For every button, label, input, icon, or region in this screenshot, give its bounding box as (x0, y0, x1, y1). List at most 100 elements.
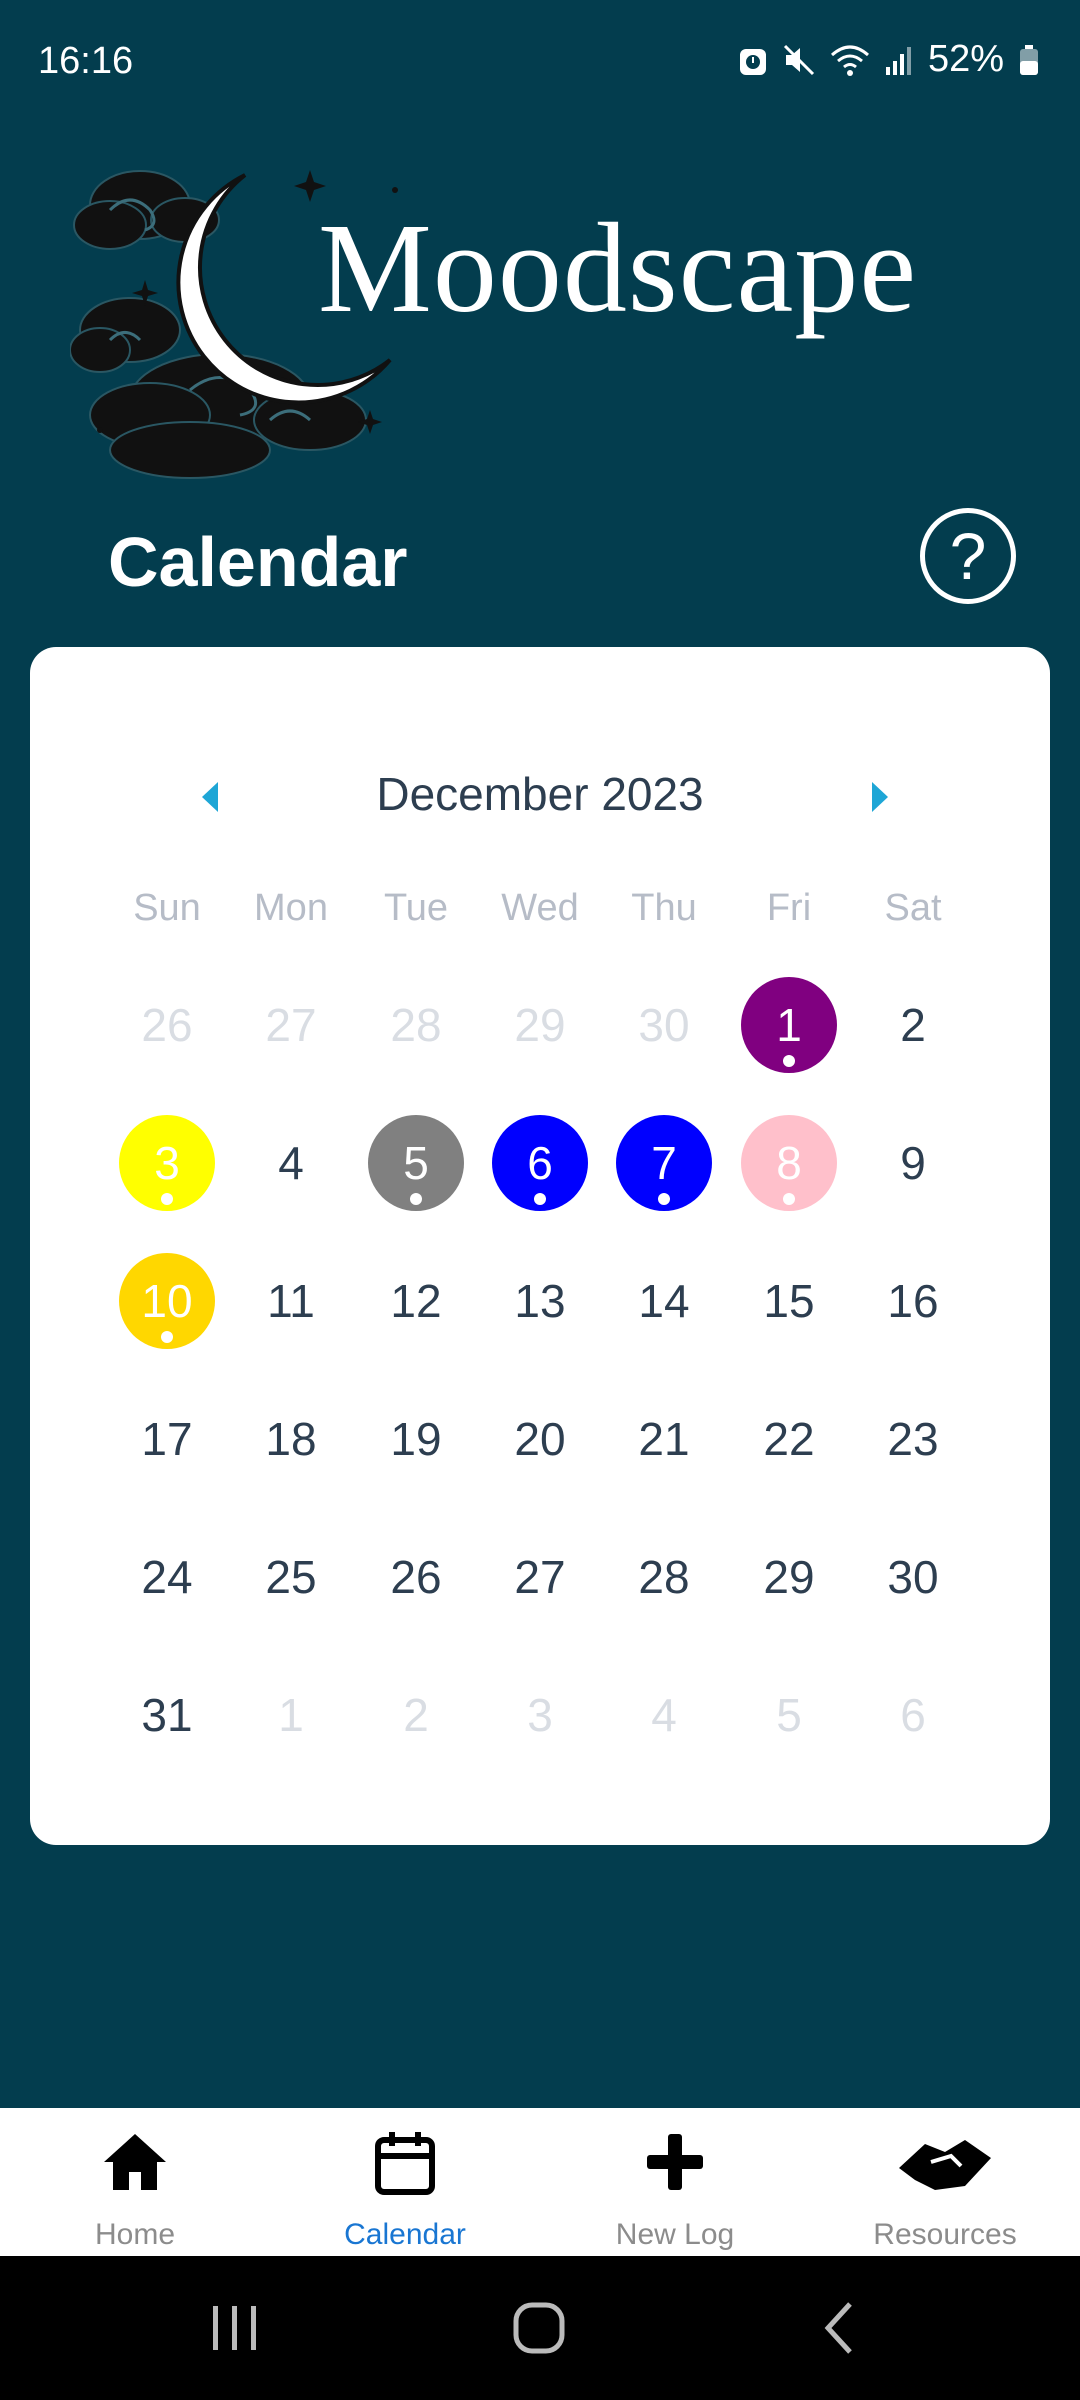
bottom-nav: Home Calendar New Log Resources (0, 2108, 1080, 2256)
day-number: 21 (638, 1413, 690, 1465)
day-cell[interactable]: 30 (616, 977, 712, 1073)
day-cell[interactable]: 17 (119, 1391, 215, 1487)
day-cell[interactable]: 29 (492, 977, 588, 1073)
nav-home[interactable]: Home (0, 2108, 270, 2256)
day-cell[interactable]: 2 (368, 1667, 464, 1763)
log-marker-dot (783, 1193, 795, 1205)
day-number: 23 (887, 1413, 939, 1465)
day-cell[interactable]: 11 (243, 1253, 339, 1349)
log-marker-dot (161, 1193, 173, 1205)
day-cell[interactable]: 28 (368, 977, 464, 1073)
day-cell[interactable]: 12 (368, 1253, 464, 1349)
day-number: 28 (638, 1551, 690, 1603)
log-marker-dot (783, 1055, 795, 1067)
day-number: 25 (265, 1551, 317, 1603)
day-number: 11 (267, 1275, 315, 1327)
battery-icon (1018, 43, 1040, 77)
day-number: 2 (900, 999, 926, 1051)
help-button[interactable]: ? (920, 508, 1016, 604)
day-cell-logged[interactable]: 6 (492, 1115, 588, 1211)
day-cell[interactable]: 9 (865, 1115, 961, 1211)
day-cell[interactable]: 27 (492, 1529, 588, 1625)
day-cell[interactable]: 20 (492, 1391, 588, 1487)
day-cell[interactable]: 14 (616, 1253, 712, 1349)
day-number: 27 (265, 999, 317, 1051)
day-cell[interactable]: 31 (119, 1667, 215, 1763)
day-cell[interactable]: 16 (865, 1253, 961, 1349)
day-number: 16 (887, 1275, 939, 1327)
signal-icon (884, 43, 914, 77)
battery-percent: 52% (927, 38, 1004, 80)
day-cell-logged[interactable]: 10 (119, 1253, 215, 1349)
day-cell[interactable]: 2 (865, 977, 961, 1073)
day-cell[interactable]: 13 (492, 1253, 588, 1349)
day-cell[interactable]: 4 (616, 1667, 712, 1763)
day-cell[interactable]: 23 (865, 1391, 961, 1487)
day-cell[interactable]: 28 (616, 1529, 712, 1625)
day-number: 19 (390, 1413, 442, 1465)
day-cell[interactable]: 19 (368, 1391, 464, 1487)
day-number: 5 (776, 1689, 802, 1741)
calendar-icon (375, 2132, 435, 2195)
day-number: 26 (141, 999, 193, 1051)
day-cell-logged[interactable]: 1 (741, 977, 837, 1073)
day-cell[interactable]: 18 (243, 1391, 339, 1487)
day-number: 28 (390, 999, 442, 1051)
day-number: 20 (514, 1413, 566, 1465)
day-number: 6 (527, 1137, 553, 1189)
question-mark-icon: ? (949, 519, 987, 593)
day-number: 18 (265, 1413, 317, 1465)
day-cell[interactable]: 26 (368, 1529, 464, 1625)
day-cell[interactable]: 3 (492, 1667, 588, 1763)
day-cell[interactable]: 1 (243, 1667, 339, 1763)
home-icon (104, 2134, 166, 2190)
day-cell[interactable]: 24 (119, 1529, 215, 1625)
system-nav-bar (0, 2256, 1080, 2400)
nav-new-log[interactable]: New Log (540, 2108, 810, 2256)
day-number: 1 (278, 1689, 304, 1741)
handshake-icon (899, 2140, 991, 2190)
app-title: Moodscape (318, 197, 918, 339)
day-number: 17 (141, 1413, 193, 1465)
day-cell[interactable]: 4 (243, 1115, 339, 1211)
recents-button[interactable] (205, 2300, 265, 2361)
day-cell[interactable]: 26 (119, 977, 215, 1073)
nav-resources-label: Resources (873, 2218, 1017, 2251)
nav-resources[interactable]: Resources (810, 2108, 1080, 2256)
day-number: 12 (390, 1275, 442, 1327)
status-icons: 52% (738, 38, 1040, 81)
day-number: 29 (763, 1551, 815, 1603)
plus-icon (647, 2134, 703, 2190)
back-button[interactable] (820, 2300, 860, 2361)
day-number: 24 (141, 1551, 193, 1603)
day-cell[interactable]: 6 (865, 1667, 961, 1763)
status-bar: 16:16 52% (0, 0, 1080, 120)
day-number: 13 (514, 1275, 566, 1327)
day-cell-logged[interactable]: 5 (368, 1115, 464, 1211)
day-cell[interactable]: 5 (741, 1667, 837, 1763)
day-number: 7 (651, 1137, 677, 1189)
day-number: 1 (776, 999, 802, 1051)
day-number: 30 (638, 999, 690, 1051)
day-cell[interactable]: 25 (243, 1529, 339, 1625)
day-cell[interactable]: 22 (741, 1391, 837, 1487)
day-cell[interactable]: 29 (741, 1529, 837, 1625)
nav-home-label: Home (94, 2218, 176, 2251)
day-cell[interactable]: 21 (616, 1391, 712, 1487)
calendar-card: December 2023 Sun Mon Tue Wed Thu Fri Sat 26 27… (30, 647, 1050, 1845)
day-cell-logged[interactable]: 3 (119, 1115, 215, 1211)
day-cell-logged[interactable]: 7 (616, 1115, 712, 1211)
day-cell[interactable]: 15 (741, 1253, 837, 1349)
day-number: 3 (527, 1689, 553, 1741)
day-number: 4 (278, 1137, 304, 1189)
home-button[interactable] (510, 2300, 570, 2361)
day-number: 14 (638, 1275, 690, 1327)
day-cell-logged[interactable]: 8 (741, 1115, 837, 1211)
day-cell[interactable]: 30 (865, 1529, 961, 1625)
nav-new-log-label: New Log (615, 2218, 735, 2251)
page-title: Calendar (108, 523, 408, 601)
day-cell[interactable]: 27 (243, 977, 339, 1073)
day-number: 4 (651, 1689, 677, 1741)
log-marker-dot (410, 1193, 422, 1205)
nav-calendar[interactable]: Calendar (270, 2108, 540, 2256)
